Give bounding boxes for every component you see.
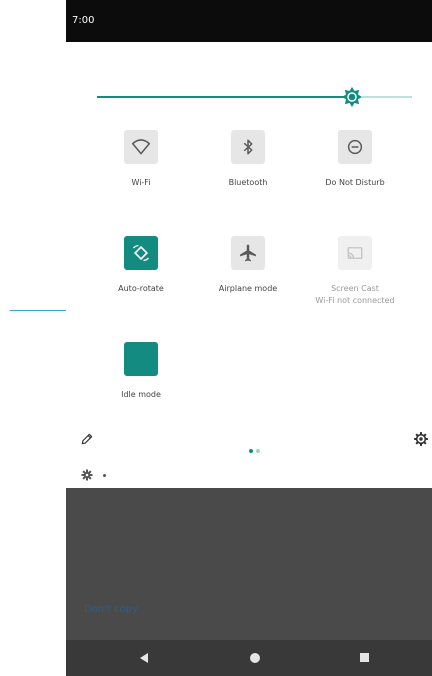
tile-cast-sublabel: Wi-Fi not connected xyxy=(315,296,395,305)
tile-wifi-label: Wi-Fi xyxy=(131,178,151,187)
moon-icon xyxy=(138,352,146,366)
notification-row[interactable] xyxy=(66,462,432,488)
tile-idle-mode[interactable]: Idle mode xyxy=(86,342,196,401)
tile-airplane-mode[interactable]: Airplane mode xyxy=(193,236,303,295)
quick-settings-footer xyxy=(66,428,432,454)
page-dot-current xyxy=(249,449,253,453)
tile-dnd-label: Do Not Disturb xyxy=(325,178,385,187)
status-bar: 7:00 xyxy=(66,0,432,42)
page-indicator xyxy=(249,438,263,457)
tile-auto-rotate-background xyxy=(124,236,158,270)
brightness-track-fill xyxy=(97,96,352,98)
airplane-icon xyxy=(240,244,256,262)
tile-cast-label: Screen Cast xyxy=(331,284,379,293)
tile-bluetooth-background xyxy=(231,130,265,164)
tile-idle-label: Idle mode xyxy=(121,390,161,399)
tile-auto-rotate-label: Auto-rotate xyxy=(118,284,164,293)
cast-icon xyxy=(347,247,363,259)
tile-auto-rotate[interactable]: Auto-rotate xyxy=(86,236,196,295)
notification-settings-icon xyxy=(81,469,93,481)
do-not-disturb-icon xyxy=(347,139,363,155)
brightness-icon[interactable] xyxy=(341,86,363,108)
navigation-bar xyxy=(66,640,432,676)
brightness-track-rest xyxy=(362,96,412,98)
status-time: 7:00 xyxy=(72,15,95,26)
edit-icon[interactable] xyxy=(80,432,94,446)
dimmed-app-background: Don't copy xyxy=(66,488,432,640)
auto-rotate-icon xyxy=(133,244,149,262)
tile-airplane-label: Airplane mode xyxy=(218,284,278,293)
tile-dnd-background xyxy=(338,130,372,164)
tile-airplane-background xyxy=(231,236,265,270)
home-icon[interactable] xyxy=(250,653,260,663)
background-text: Don't copy xyxy=(84,604,138,615)
tile-bluetooth-label: Bluetooth xyxy=(228,178,268,187)
brightness-slider[interactable] xyxy=(97,86,412,108)
settings-gear-icon[interactable] xyxy=(413,431,429,447)
back-icon[interactable] xyxy=(138,652,150,664)
tile-wifi[interactable]: Wi-Fi xyxy=(86,130,196,189)
tile-wifi-background xyxy=(124,130,158,164)
tile-do-not-disturb[interactable]: Do Not Disturb xyxy=(300,130,410,189)
notification-separator-dot xyxy=(103,474,106,477)
quick-settings-panel: Wi-Fi Bluetooth Do Not Disturb Auto-rota… xyxy=(66,42,432,460)
tile-cast-background xyxy=(338,236,372,270)
android-screen: 7:00 Wi-Fi Bluetooth Do Not Disturb Auto… xyxy=(66,0,432,676)
tile-screen-cast[interactable]: Screen Cast Wi-Fi not connected xyxy=(300,236,410,306)
tile-bluetooth[interactable]: Bluetooth xyxy=(193,130,303,189)
page-dot-other xyxy=(256,449,260,453)
bluetooth-icon xyxy=(243,139,253,155)
tile-idle-background xyxy=(124,342,158,376)
wifi-icon xyxy=(131,139,151,155)
recents-icon[interactable] xyxy=(360,653,369,662)
